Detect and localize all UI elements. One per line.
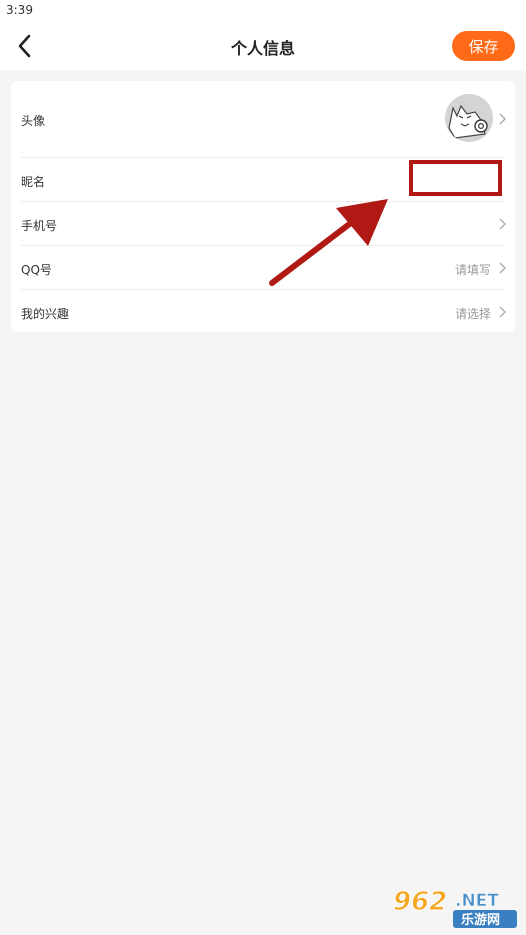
page-title: 个人信息 (230, 39, 295, 58)
qq-value: 请填写 (454, 263, 491, 277)
chevron-right-icon (499, 306, 506, 318)
svg-text:乐游网: 乐游网 (461, 912, 500, 928)
header: 个人信息 保存 (0, 22, 526, 70)
avatar-label: 头像 (21, 114, 46, 128)
status-time: 3:39 (6, 3, 33, 17)
avatar-row[interactable]: 头像 (11, 81, 515, 157)
chevron-right-icon (499, 113, 506, 125)
qq-label: QQ号 (21, 263, 52, 277)
interests-value: 请选择 (454, 307, 491, 321)
svg-text:962: 962 (393, 887, 447, 917)
status-bar: 3:39 (0, 0, 526, 22)
qq-row[interactable]: QQ号 请填写 (11, 246, 515, 289)
chevron-right-icon (499, 262, 506, 274)
svg-text:.NET: .NET (455, 891, 499, 911)
interests-label: 我的兴趣 (21, 307, 70, 321)
phone-label: 手机号 (21, 219, 58, 233)
interests-row[interactable]: 我的兴趣 请选择 (11, 290, 515, 332)
nickname-label: 昵名 (21, 175, 46, 189)
watermark-logo: 962 .NET 乐游网 (393, 887, 517, 928)
chevron-right-icon (499, 218, 506, 230)
profile-card: 头像 昵名 手机号 QQ号 请填写 我的兴趣 请选择 (11, 81, 515, 332)
annotation-highlight-box (409, 160, 502, 196)
phone-row[interactable]: 手机号 (11, 202, 515, 245)
save-button[interactable]: 保存 (452, 31, 515, 61)
avatar-image[interactable] (445, 94, 493, 142)
